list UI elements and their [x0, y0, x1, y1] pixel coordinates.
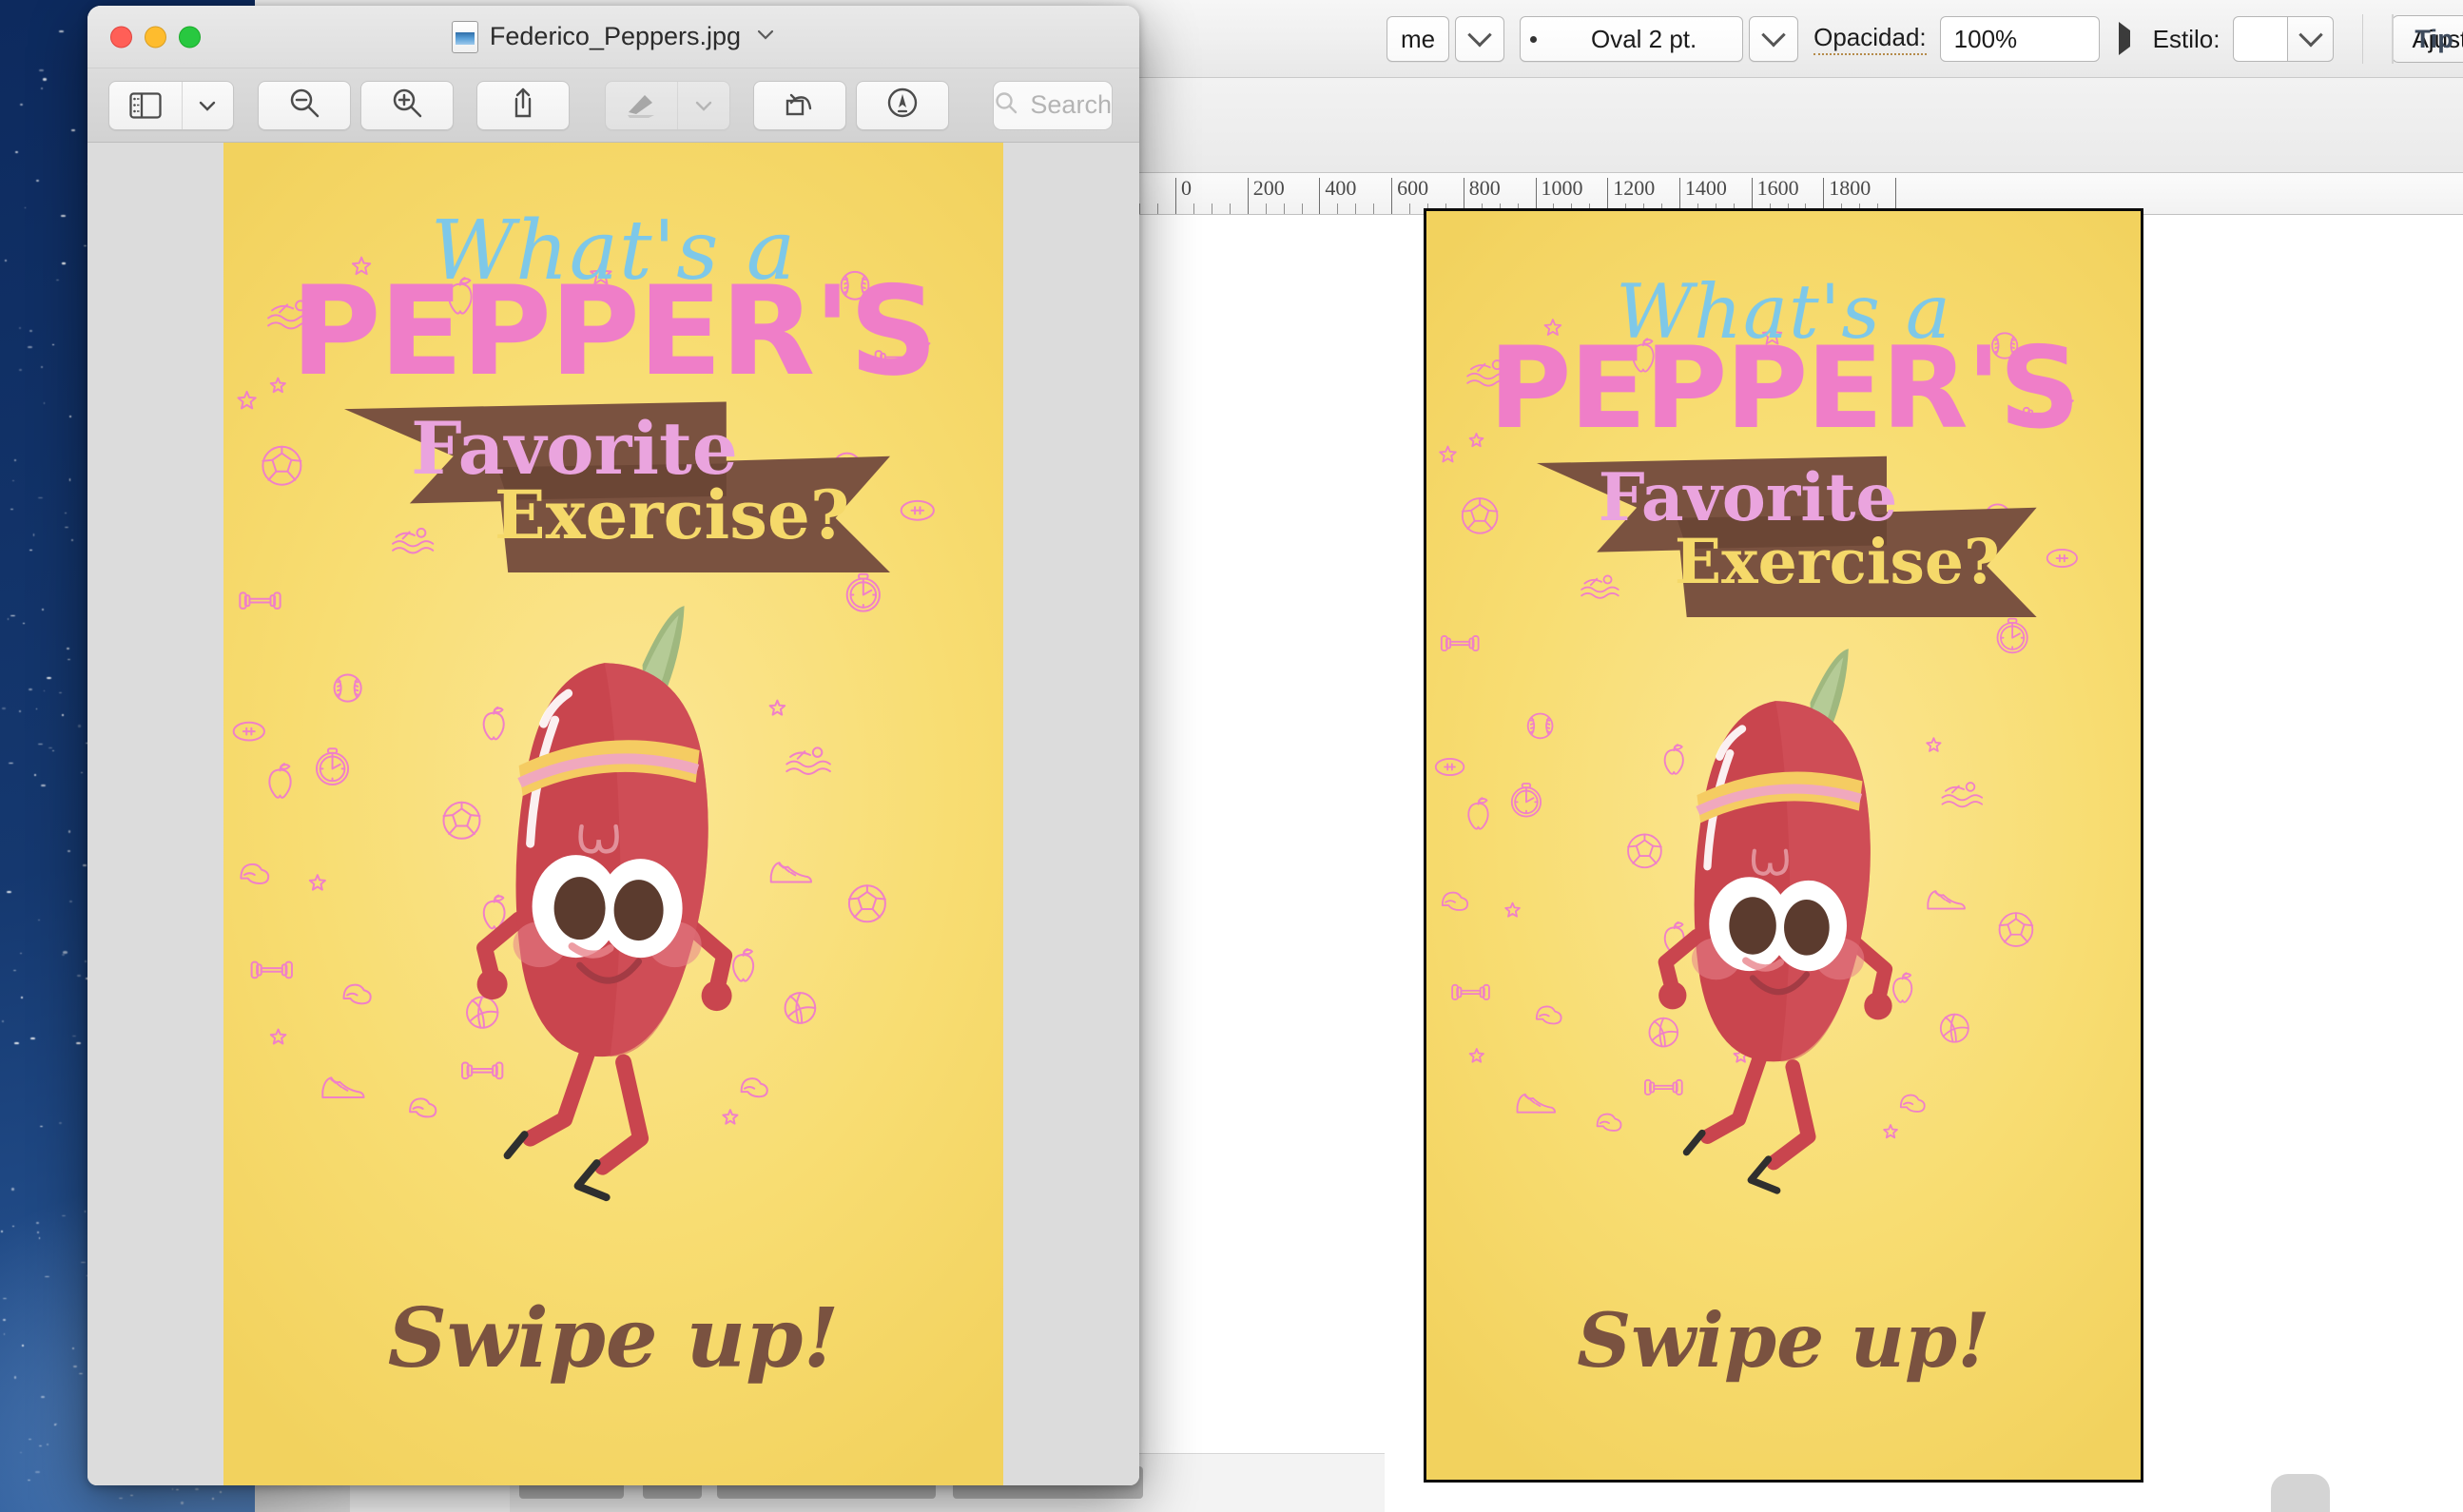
- chevron-down-icon[interactable]: [181, 81, 233, 129]
- stroke-style-popup[interactable]: dot-icon Oval 2 pt.: [1520, 16, 1744, 62]
- preview-content-area[interactable]: What's a PEPPER'S Favorite Exercise? Swi…: [87, 143, 1139, 1485]
- chevron-down-icon: [1750, 17, 1797, 61]
- window-controls[interactable]: [110, 26, 201, 48]
- jpeg-document-icon: [451, 20, 478, 53]
- tips-area: Tip: [2392, 0, 2463, 78]
- cursor-indicator: [2271, 1474, 2330, 1512]
- window-titlebar[interactable]: Federico_Peppers.jpg: [87, 6, 1139, 68]
- dot-icon: [1521, 35, 1545, 43]
- style-label: Estilo:: [2152, 24, 2221, 53]
- annotate-button[interactable]: [856, 80, 950, 130]
- chevron-down-icon[interactable]: [756, 28, 775, 46]
- poster-footer-text: Swipe up!: [387, 1290, 840, 1387]
- poster-footer-text: Swipe up!: [1577, 1295, 1990, 1385]
- poster-artwork-canvas: What's a PEPPER'S Favorite Exercise? Swi…: [1426, 211, 2141, 1480]
- zoom-out-button[interactable]: [257, 80, 351, 130]
- font-popup-value: me: [1401, 24, 1436, 53]
- style-color-swatch[interactable]: [2233, 16, 2289, 62]
- stroke-popup-chevron[interactable]: [1749, 16, 1799, 62]
- share-button[interactable]: [476, 80, 571, 130]
- tips-label[interactable]: Tip: [2415, 25, 2453, 54]
- annotate-circle-icon: [886, 87, 919, 124]
- preview-window[interactable]: Federico_Peppers.jpg Search What's a PEP…: [87, 6, 1139, 1485]
- search-placeholder: Search: [1030, 90, 1112, 119]
- window-title: Federico_Peppers.jpg: [489, 22, 742, 50]
- opacity-input[interactable]: 100%: [1939, 16, 2100, 62]
- share-upload-icon: [509, 87, 537, 124]
- chevron-down-icon[interactable]: [677, 81, 728, 129]
- poster-artwork-preview: What's a PEPPER'S Favorite Exercise? Swi…: [223, 143, 1003, 1485]
- opacity-stepper-arrow-icon[interactable]: [2118, 22, 2130, 55]
- style-chevron[interactable]: [2288, 16, 2335, 62]
- opacity-label: Opacidad:: [1813, 23, 1927, 55]
- zoom-button[interactable]: [179, 26, 201, 48]
- minimize-button[interactable]: [145, 26, 166, 48]
- preview-image-page[interactable]: What's a PEPPER'S Favorite Exercise? Swi…: [223, 143, 1003, 1485]
- document-page[interactable]: What's a PEPPER'S Favorite Exercise? Swi…: [1424, 208, 2143, 1483]
- font-popup[interactable]: me: [1387, 16, 1450, 62]
- toolbar-divider: [2392, 14, 2395, 64]
- zoom-in-button[interactable]: [359, 80, 454, 130]
- magnifier-minus-icon: [288, 87, 320, 124]
- sidebar-toggle-button[interactable]: [108, 80, 234, 130]
- sidebar-icon: [109, 82, 182, 129]
- search-field[interactable]: Search: [993, 80, 1113, 130]
- preview-toolbar[interactable]: Search: [87, 68, 1139, 143]
- rotate-button[interactable]: [753, 80, 847, 130]
- chevron-down-icon: [1456, 17, 1503, 61]
- close-button[interactable]: [110, 26, 132, 48]
- stroke-popup-value: Oval 2 pt.: [1590, 24, 1697, 53]
- font-popup-chevron[interactable]: [1455, 16, 1505, 62]
- window-title-group: Federico_Peppers.jpg: [87, 20, 1139, 53]
- markup-pen-icon: [606, 82, 678, 129]
- chevron-down-icon: [2302, 30, 2319, 48]
- rotate-left-icon: [783, 87, 817, 123]
- magnifier-plus-icon: [391, 87, 423, 124]
- markup-button[interactable]: [604, 80, 730, 130]
- search-icon: [994, 90, 1018, 120]
